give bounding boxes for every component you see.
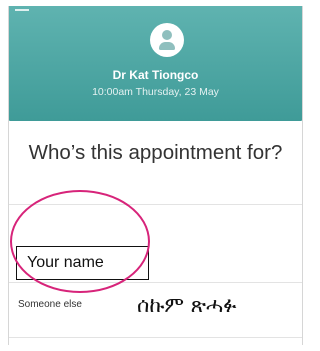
status-bar-glyph	[15, 9, 29, 17]
appointment-time: 10:00am Thursday, 23 May	[92, 86, 219, 98]
doctor-header: Dr Kat Tiongco 10:00am Thursday, 23 May	[9, 6, 302, 121]
option-yourself[interactable]: Your name	[9, 222, 302, 284]
doctor-avatar-icon	[150, 23, 184, 57]
divider	[9, 337, 302, 338]
avatar-body	[159, 42, 175, 50]
divider	[9, 282, 302, 283]
option-someone-else[interactable]: Someone else ሰኩም ጽሓፉ	[9, 284, 302, 336]
someone-else-label[interactable]: Someone else	[18, 299, 82, 310]
your-name-option-label[interactable]: Your name	[16, 246, 149, 280]
doctor-name: Dr Kat Tiongco	[112, 68, 199, 82]
page-question: Who’s this appointment for?	[28, 141, 283, 164]
handwritten-annotation: ሰኩም ጽሓፉ	[137, 293, 237, 317]
divider	[9, 204, 302, 205]
avatar-head	[162, 30, 172, 40]
appointment-screen: Dr Kat Tiongco 10:00am Thursday, 23 May …	[8, 6, 303, 345]
